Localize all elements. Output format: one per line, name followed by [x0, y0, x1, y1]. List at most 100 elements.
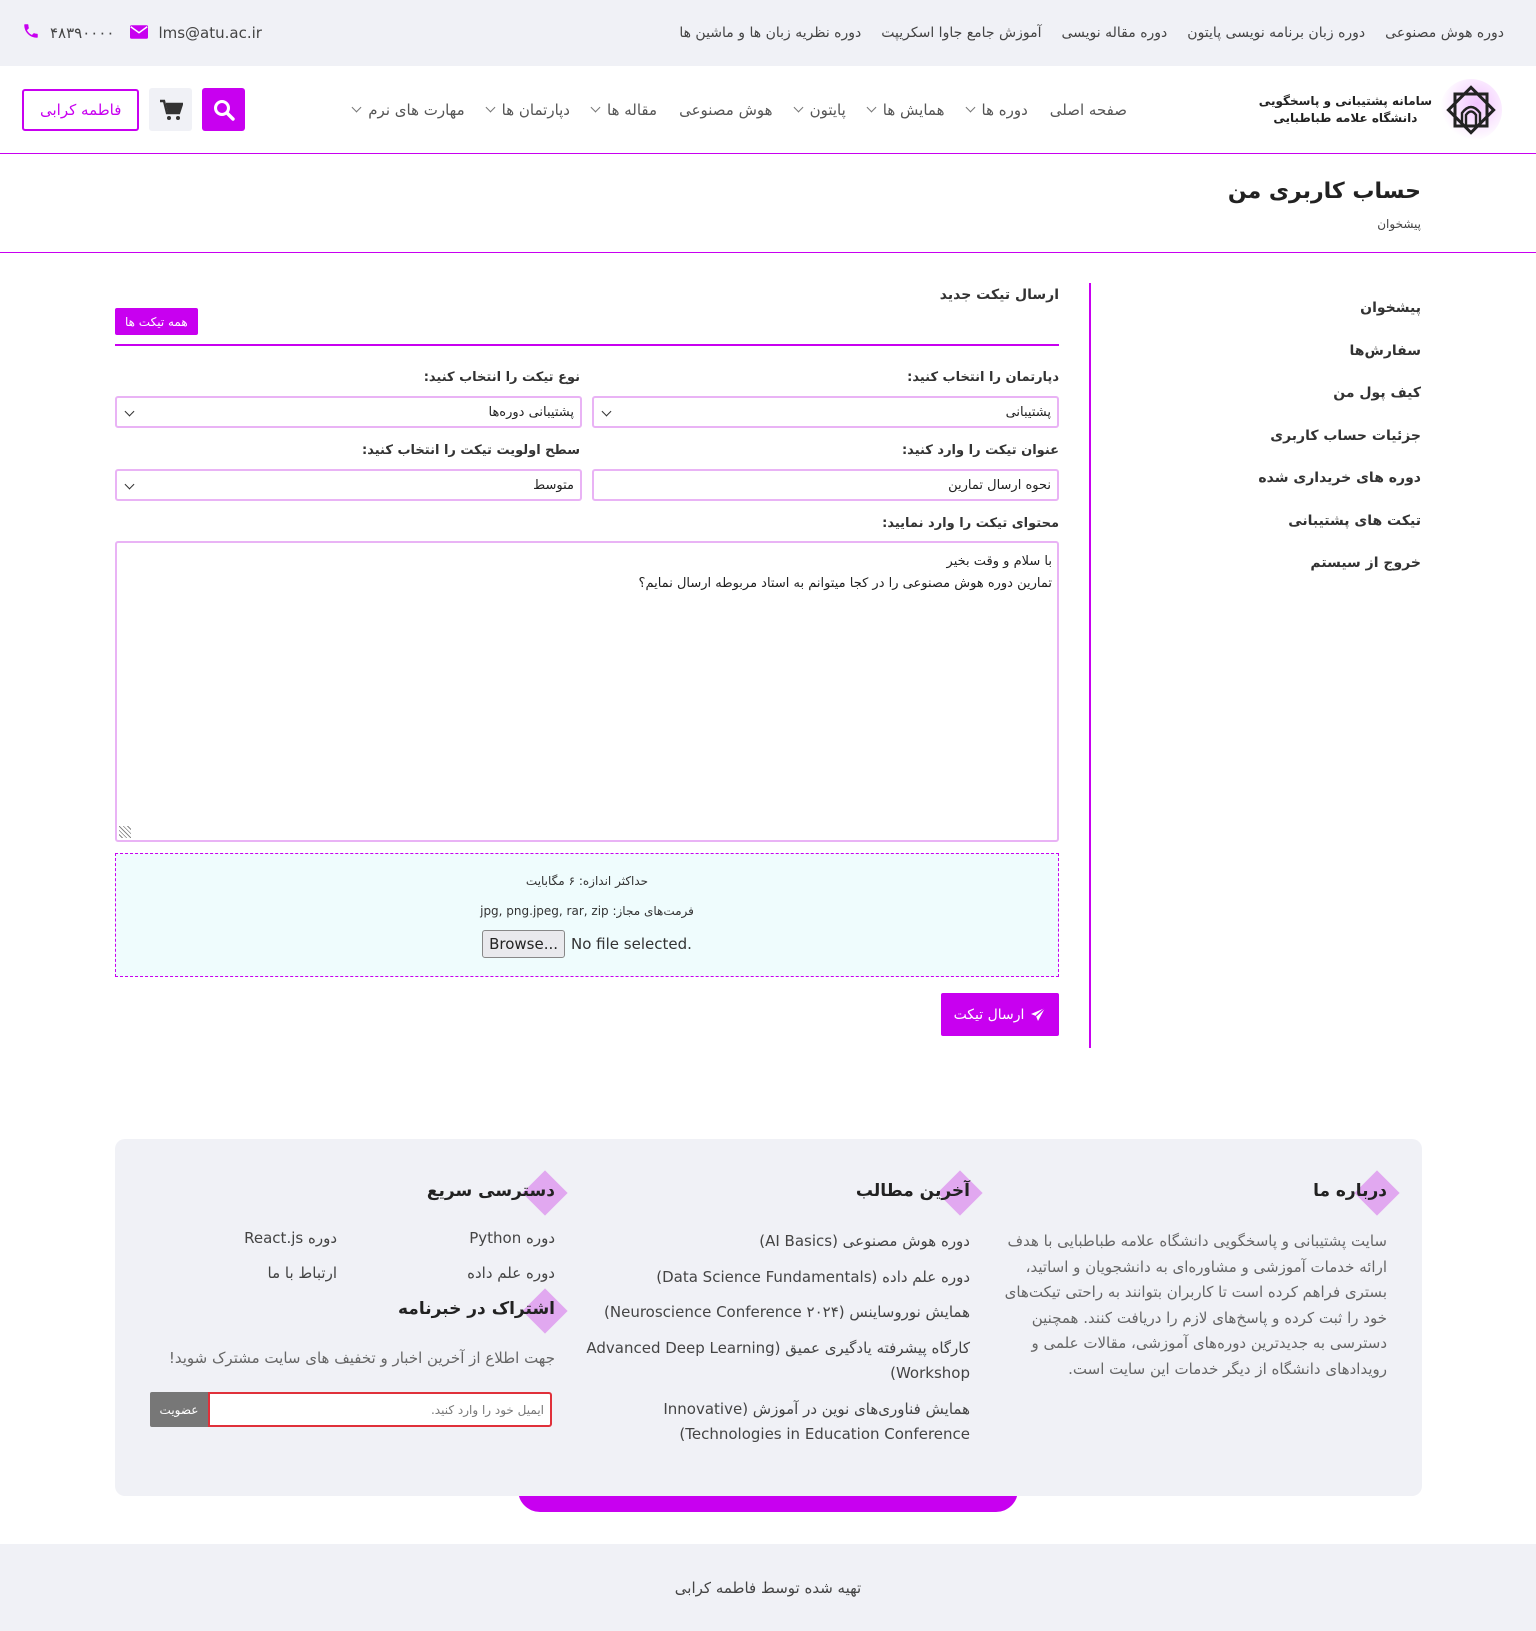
sidebar-item-dashboard[interactable]: پیشخوان: [1221, 300, 1421, 343]
phone-number[interactable]: ۴۸۳۹۰۰۰۰: [50, 24, 114, 42]
brand-text: سامانه پشتیبانی و پاسخگویی دانشگاه علامه…: [1259, 93, 1432, 127]
newsletter-heading: اشتراک در خبرنامه: [398, 1288, 568, 1334]
latest-post-link[interactable]: دوره هوش مصنوعی (AI Basics): [570, 1229, 970, 1255]
quick-link-data-science[interactable]: دوره علم داده: [467, 1264, 555, 1282]
ticket-type-label: نوع تیکت را انتخاب کنید:: [423, 370, 580, 385]
content-line: با سلام و وقت بخیر: [946, 554, 1052, 569]
university-logo-icon: [1440, 78, 1502, 141]
nav-label: پایتون: [809, 100, 846, 119]
nav-item-ai[interactable]: هوش مصنوعی: [679, 101, 773, 119]
sidebar-item-orders[interactable]: سفارش‌ها: [1221, 343, 1421, 386]
account-sidebar: پیشخوان سفارش‌ها کیف پول من جزئیات حساب …: [1221, 300, 1421, 598]
site-brand[interactable]: سامانه پشتیبانی و پاسخگویی دانشگاه علامه…: [1259, 78, 1502, 141]
nav-label: دوره ها: [981, 100, 1028, 119]
nav-item-courses[interactable]: دوره ها: [965, 100, 1028, 119]
sidebar-item-wallet[interactable]: کیف پول من: [1221, 385, 1421, 428]
newsletter-form: عضویت ایمیل خود را وارد کنید.: [150, 1392, 552, 1427]
copyright-bar: تهیه شده توسط فاطمه کرابی: [0, 1544, 1536, 1631]
copyright-text: تهیه شده توسط فاطمه کرابی: [674, 1578, 862, 1597]
chevron-down-icon: [351, 102, 362, 113]
content-label: محتوای تیکت را وارد نمایید:: [882, 516, 1059, 531]
page-header: حساب کاربری من پیشخوان: [0, 155, 1536, 253]
quick-link-contact[interactable]: ارتباط با ما: [268, 1264, 337, 1282]
email-link[interactable]: lms@atu.ac.ir: [158, 24, 261, 42]
form-divider: [115, 344, 1059, 346]
main-header: سامانه پشتیبانی و پاسخگویی دانشگاه علامه…: [0, 66, 1536, 154]
search-icon: [213, 99, 235, 121]
nav-item-home[interactable]: صفحه اصلی: [1050, 101, 1127, 119]
contact-info: ۴۸۳۹۰۰۰۰ lms@atu.ac.ir: [22, 22, 262, 45]
department-select[interactable]: پشتیبانی: [592, 396, 1059, 428]
sidebar-item-logout[interactable]: خروج از سیستم: [1221, 555, 1421, 598]
nav-label: همایش ها: [882, 100, 945, 119]
quick-access-heading: دسترسی سریع: [427, 1170, 568, 1216]
nav-item-python[interactable]: پایتون: [793, 100, 846, 119]
ticket-content-textarea[interactable]: با سلام و وقت بخیر تمارین دوره هوش مصنوع…: [115, 541, 1059, 842]
brand-line-2: دانشگاه علامه طباطبایی: [1273, 110, 1418, 125]
latest-heading: آخرین مطالب: [856, 1170, 983, 1216]
send-ticket-button[interactable]: ارسال تیکت: [941, 993, 1059, 1036]
sidebar-item-account-details[interactable]: جزئیات حساب کاربری: [1221, 428, 1421, 471]
main-nav: صفحه اصلی دوره ها همایش ها پایتون هوش مص…: [351, 100, 1127, 119]
priority-value: متوسط: [533, 477, 574, 493]
max-size-note: حداکثر اندازه: ۶ مگابایت: [525, 874, 649, 888]
top-link[interactable]: آموزش جامع جاوا اسکریپت: [881, 25, 1041, 41]
file-upload-area: حداکثر اندازه: ۶ مگابایت فرمت‌های مجاز: …: [115, 853, 1059, 977]
phone-icon: [22, 22, 40, 45]
top-bar: دوره هوش مصنوعی دوره زبان برنامه نویسی پ…: [0, 0, 1536, 66]
nav-item-soft-skills[interactable]: مهارت های نرم: [351, 100, 465, 119]
nav-label: صفحه اصلی: [1049, 100, 1127, 119]
chevron-down-icon: [485, 102, 496, 113]
latest-post-link[interactable]: دوره علم داده (Data Science Fundamentals…: [570, 1265, 970, 1291]
about-text: سایت پشتیبانی و پاسخگویی دانشگاه علامه ط…: [1004, 1232, 1387, 1378]
search-button[interactable]: [202, 88, 246, 131]
latest-post-link[interactable]: کارگاه پیشرفته یادگیری عمیق (Advanced De…: [570, 1336, 970, 1387]
brand-line-1: سامانه پشتیبانی و پاسخگویی: [1258, 93, 1432, 108]
user-account-button[interactable]: فاطمه کرابی: [22, 88, 140, 131]
top-link[interactable]: دوره زبان برنامه نویسی پایتون: [1187, 25, 1365, 41]
sidebar-item-support-tickets[interactable]: تیکت های پشتیبانی: [1221, 513, 1421, 556]
latest-post-link[interactable]: همایش نوروساینس (Neuroscience Conference…: [570, 1300, 970, 1326]
latest-post-link[interactable]: همایش فناوری‌های نوین در آموزش (Innovati…: [570, 1397, 970, 1448]
newsletter-email-input[interactable]: ایمیل خود را وارد کنید.: [208, 1392, 552, 1427]
nav-label: مهارت های نرم: [368, 100, 465, 119]
top-link[interactable]: دوره نظریه زبان ها و ماشین ها: [679, 25, 861, 41]
nav-label: مقاله ها: [607, 100, 658, 119]
department-value: پشتیبانی: [1005, 404, 1051, 420]
cart-icon: [159, 99, 183, 120]
chevron-down-icon: [866, 102, 877, 113]
chevron-down-icon: [793, 102, 804, 113]
top-link[interactable]: دوره هوش مصنوعی: [1385, 25, 1504, 41]
breadcrumb[interactable]: پیشخوان: [1377, 217, 1421, 231]
quick-link-python[interactable]: دوره Python: [469, 1229, 555, 1247]
browse-button[interactable]: Browse...: [482, 930, 566, 958]
subject-label: عنوان تیکت را وارد کنید:: [901, 443, 1059, 458]
envelope-icon: [130, 23, 149, 44]
quick-link-react[interactable]: دوره React.js: [244, 1229, 337, 1247]
page-title: حساب کاربری من: [1227, 179, 1421, 204]
chevron-down-icon: [590, 102, 601, 113]
top-link[interactable]: دوره مقاله نویسی: [1062, 25, 1168, 41]
department-label: دپارتمان را انتخاب کنید:: [907, 370, 1059, 385]
newsletter-description: جهت اطلاع از آخرین اخبار و تخفیف های سای…: [168, 1349, 555, 1367]
ticket-type-value: پشتیبانی دوره‌ها: [488, 404, 574, 420]
subscribe-button[interactable]: عضویت: [150, 1392, 208, 1427]
all-tickets-button[interactable]: همه تیکت ها: [115, 308, 198, 335]
subject-input[interactable]: نحوه ارسال تمارین: [592, 469, 1059, 501]
cart-button[interactable]: [149, 88, 193, 131]
nav-label: دپارتمان ها: [501, 100, 570, 119]
nav-item-conferences[interactable]: همایش ها: [866, 100, 945, 119]
nav-item-articles[interactable]: مقاله ها: [590, 100, 658, 119]
latest-posts-list: دوره هوش مصنوعی (AI Basics) دوره علم داد…: [570, 1229, 970, 1458]
top-links: دوره هوش مصنوعی دوره زبان برنامه نویسی پ…: [679, 25, 1504, 41]
content-line: تمارین دوره هوش مصنوعی را در کجا میتوانم…: [638, 576, 1052, 591]
header-actions: فاطمه کرابی: [22, 88, 246, 131]
sidebar-item-purchased-courses[interactable]: دوره های خریداری شده: [1221, 470, 1421, 513]
form-title: ارسال تیکت جدید: [939, 287, 1059, 303]
nav-item-departments[interactable]: دپارتمان ها: [485, 100, 570, 119]
ticket-type-select[interactable]: پشتیبانی دوره‌ها: [115, 396, 582, 428]
resize-handle-icon[interactable]: [119, 826, 131, 838]
priority-select[interactable]: متوسط: [115, 469, 582, 501]
sidebar-divider: [1089, 283, 1091, 1048]
about-heading: درباره ما: [1313, 1170, 1400, 1216]
